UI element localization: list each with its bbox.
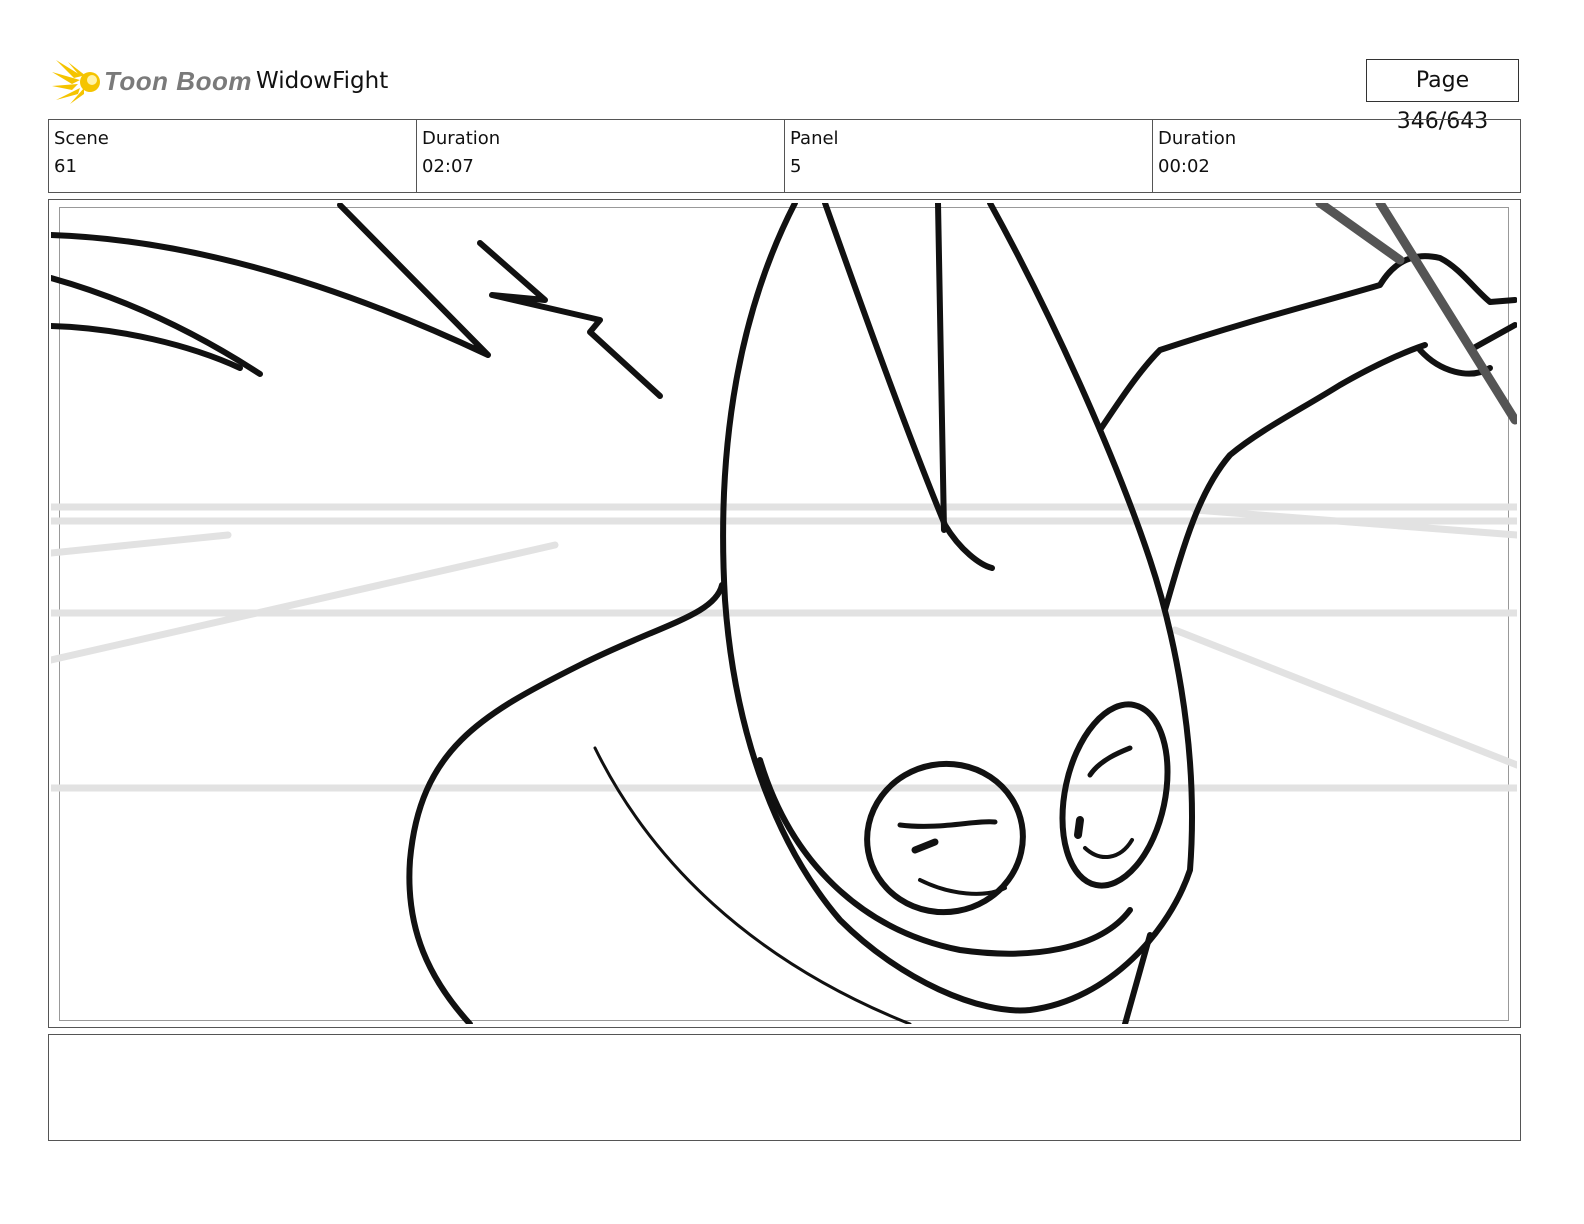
figure-staff xyxy=(1315,203,1517,425)
panel-value: 5 xyxy=(790,156,802,177)
page-indicator: Page 346/643 xyxy=(1366,59,1519,134)
scene-duration-cell: Duration 02:07 xyxy=(417,120,785,192)
scene-duration-label: Duration xyxy=(422,128,501,149)
panel-caption-box xyxy=(48,1034,1521,1141)
panel-duration-label: Duration xyxy=(1158,128,1237,149)
figure-arm xyxy=(1097,253,1517,613)
panel-duration-cell: Duration 00:02 xyxy=(1153,120,1520,192)
figure-eyes xyxy=(864,701,1171,916)
project-title: WidowFight xyxy=(256,68,389,94)
panel-cell: Panel 5 xyxy=(785,120,1153,192)
scene-duration-value: 02:07 xyxy=(422,156,474,177)
scene-label: Scene xyxy=(54,128,109,149)
scene-value: 61 xyxy=(54,156,77,177)
panel-duration-value: 00:02 xyxy=(1158,156,1210,177)
storyboard-info-table: Scene 61 Duration 02:07 Panel 5 Duration… xyxy=(48,119,1521,193)
storyboard-sketch xyxy=(51,203,1517,1024)
background-lines xyxy=(51,503,1517,792)
speed-lines xyxy=(51,203,663,399)
logo-text: Toon Boom xyxy=(104,66,252,96)
panel-label: Panel xyxy=(790,128,839,149)
figure-body xyxy=(406,582,912,1024)
scene-cell: Scene 61 xyxy=(49,120,417,192)
